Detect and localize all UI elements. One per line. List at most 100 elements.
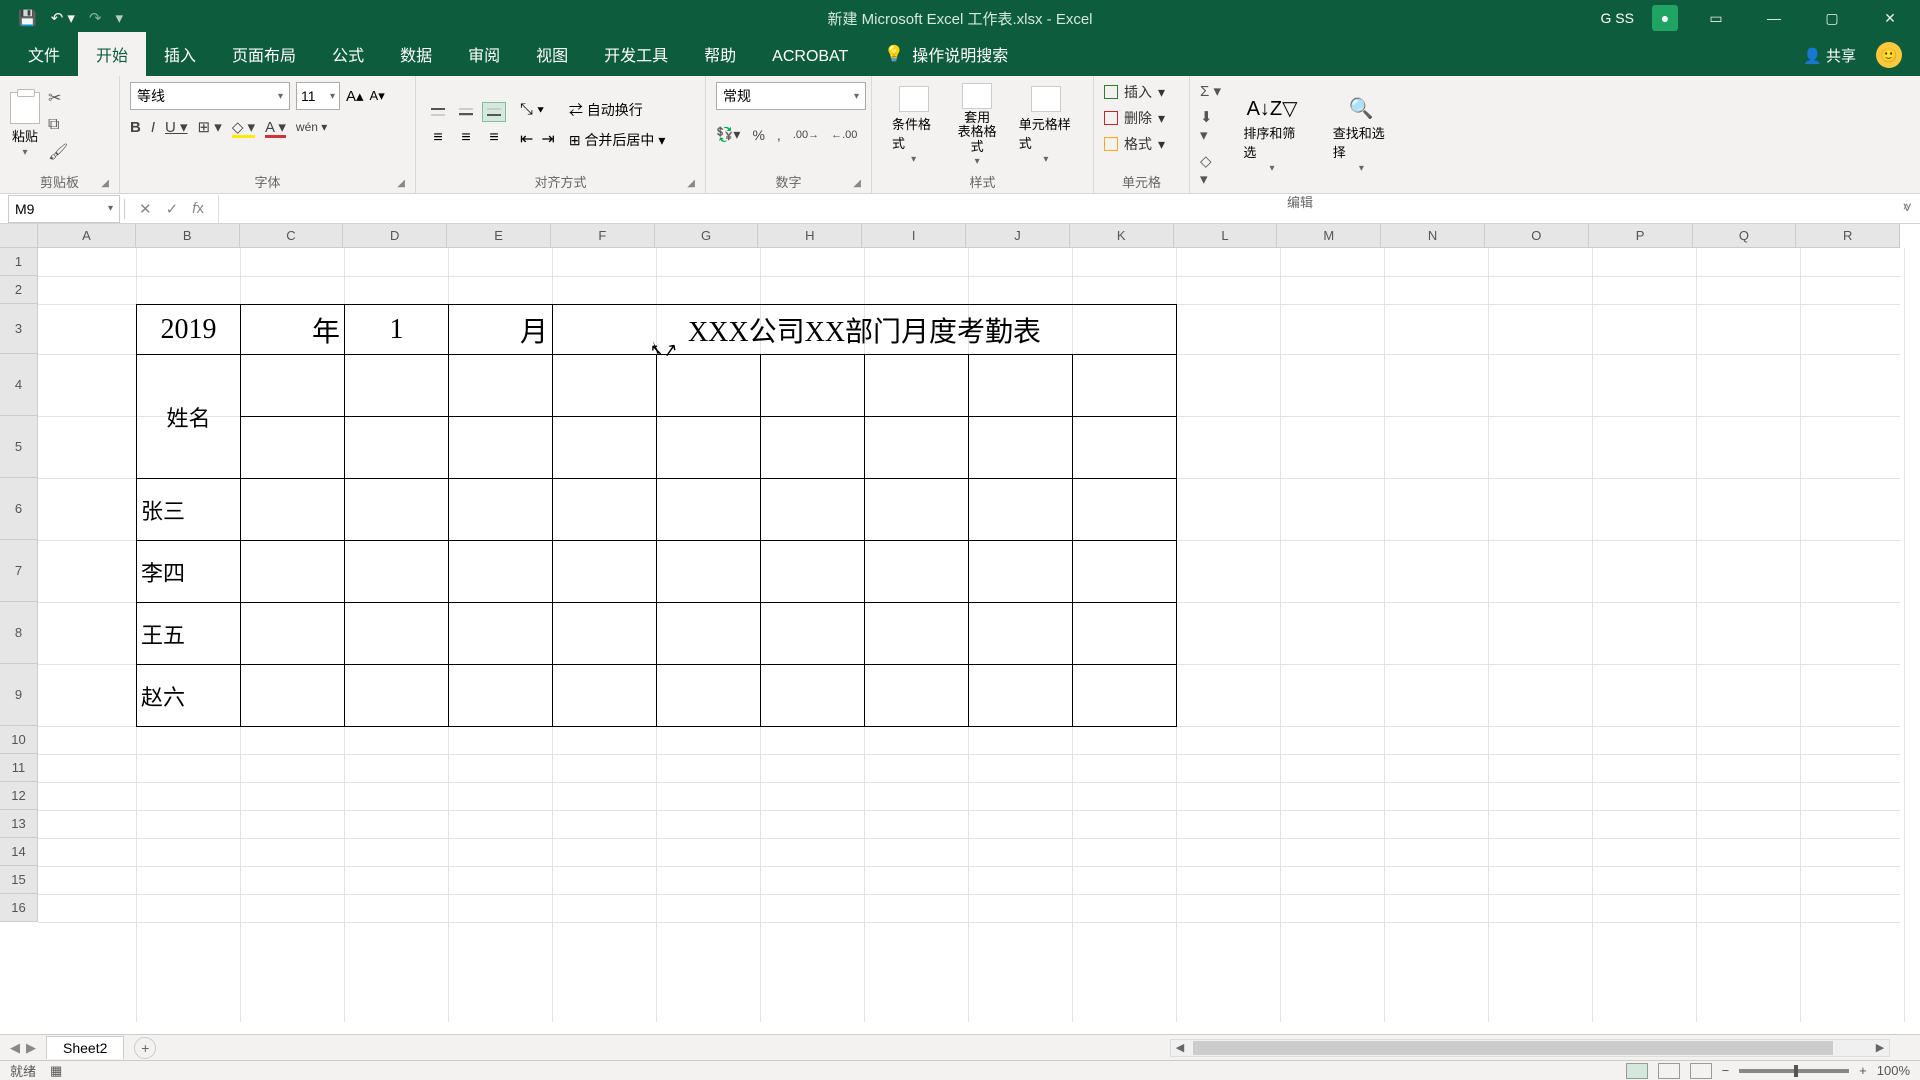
horizontal-scrollbar[interactable]: ◀▶ (1170, 1039, 1890, 1057)
phonetic-button[interactable]: wén ▾ (296, 120, 327, 134)
page-break-view-icon[interactable] (1690, 1063, 1712, 1079)
attendance-table[interactable]: 2019年1月XXX公司XX部门月度考勤表姓名张三李四王五赵六 (136, 304, 1177, 727)
tab-insert[interactable]: 插入 (146, 32, 214, 76)
fx-icon[interactable]: fx (192, 200, 204, 218)
tab-layout[interactable]: 页面布局 (214, 32, 314, 76)
border-button[interactable]: ⊞ ▾ (198, 118, 222, 136)
bold-button[interactable]: B (130, 119, 141, 136)
zoom-in-icon[interactable]: + (1859, 1063, 1867, 1078)
percent-format[interactable]: % (752, 127, 764, 143)
decrease-font-icon[interactable]: A▾ (370, 88, 385, 104)
cut-icon[interactable]: ✂ (48, 88, 68, 108)
row-header-15[interactable]: 15 (0, 866, 38, 894)
col-header-R[interactable]: R (1796, 224, 1900, 248)
paste-button[interactable]: 粘贴 ▾ (10, 92, 40, 158)
cell-styles-button[interactable]: 单元格样式▾ (1009, 86, 1083, 165)
close-icon[interactable]: ✕ (1870, 10, 1910, 27)
row-header-2[interactable]: 2 (0, 276, 38, 304)
col-header-D[interactable]: D (343, 224, 447, 248)
tab-help[interactable]: 帮助 (686, 32, 754, 76)
format-cells-button[interactable]: 格式 ▾ (1104, 134, 1165, 154)
zoom-slider[interactable] (1739, 1069, 1849, 1073)
row-header-6[interactable]: 6 (0, 478, 38, 540)
align-left[interactable]: ≡ (426, 128, 450, 148)
user-name[interactable]: G SS (1601, 10, 1634, 26)
col-header-A[interactable]: A (38, 224, 136, 248)
clear-button[interactable]: ◇ ▾ (1200, 152, 1221, 188)
decrease-decimal[interactable]: ←.00 (831, 129, 857, 141)
col-header-N[interactable]: N (1381, 224, 1485, 248)
comma-format[interactable]: , (777, 127, 781, 143)
align-middle[interactable] (454, 102, 478, 122)
underline-button[interactable]: U ▾ (165, 118, 188, 136)
row-header-8[interactable]: 8 (0, 602, 38, 664)
col-header-L[interactable]: L (1174, 224, 1278, 248)
row-header-14[interactable]: 14 (0, 838, 38, 866)
increase-indent[interactable]: ⇥ (541, 129, 554, 149)
macro-record-icon[interactable]: ▦ (50, 1063, 62, 1079)
merge-center-button[interactable]: ⊞ 合并后居中 ▾ (569, 130, 666, 150)
col-header-M[interactable]: M (1277, 224, 1381, 248)
align-right[interactable]: ≡ (482, 128, 506, 148)
copy-icon[interactable]: ⧉ (48, 116, 68, 134)
col-header-C[interactable]: C (240, 224, 344, 248)
font-name-select[interactable]: 等线▾ (130, 82, 290, 110)
ribbon-display-icon[interactable]: ▭ (1696, 10, 1736, 27)
col-header-B[interactable]: B (136, 224, 240, 248)
tab-data[interactable]: 数据 (382, 32, 450, 76)
row-header-12[interactable]: 12 (0, 782, 38, 810)
row-header-4[interactable]: 4 (0, 354, 38, 416)
fill-button[interactable]: ⬇ ▾ (1200, 108, 1221, 144)
tell-me[interactable]: 💡 操作说明搜索 (866, 32, 1026, 76)
tab-file[interactable]: 文件 (10, 32, 78, 76)
italic-button[interactable]: I (151, 119, 155, 136)
decrease-indent[interactable]: ⇤ (520, 129, 533, 149)
delete-cells-button[interactable]: 删除 ▾ (1104, 108, 1165, 128)
tab-formulas[interactable]: 公式 (314, 32, 382, 76)
collapse-ribbon-icon[interactable]: ˄ (1903, 200, 1910, 214)
undo-icon[interactable]: ↶ ▾ (51, 9, 75, 27)
row-header-5[interactable]: 5 (0, 416, 38, 478)
font-size-select[interactable]: 11▾ (296, 82, 340, 110)
formula-bar[interactable] (218, 195, 1895, 223)
add-sheet-button[interactable]: + (134, 1037, 156, 1059)
save-icon[interactable]: 💾 (18, 9, 37, 27)
zoom-out-icon[interactable]: − (1722, 1063, 1730, 1078)
col-header-I[interactable]: I (862, 224, 966, 248)
name-cell[interactable]: 张三 (137, 479, 241, 541)
feedback-icon[interactable]: 🙂 (1876, 42, 1902, 68)
sheet-tab[interactable]: Sheet2 (46, 1036, 124, 1059)
tab-home[interactable]: 开始 (78, 32, 146, 76)
page-layout-view-icon[interactable] (1658, 1063, 1680, 1079)
accounting-format[interactable]: 💱▾ (716, 126, 740, 143)
tab-developer[interactable]: 开发工具 (586, 32, 686, 76)
user-avatar[interactable]: ● (1652, 5, 1678, 31)
row-header-9[interactable]: 9 (0, 664, 38, 726)
wrap-text-button[interactable]: ⇄ 自动换行 (569, 100, 666, 120)
share-button[interactable]: 👤 共享 (1803, 45, 1856, 66)
name-box[interactable]: M9▾ (8, 195, 120, 223)
col-header-E[interactable]: E (447, 224, 551, 248)
number-format-select[interactable]: 常规▾ (716, 82, 866, 110)
conditional-format-button[interactable]: 条件格式▾ (882, 86, 945, 165)
autosum-button[interactable]: Σ ▾ (1200, 82, 1221, 100)
name-cell[interactable]: 王五 (137, 603, 241, 665)
maximize-icon[interactable]: ▢ (1812, 10, 1852, 27)
row-header-13[interactable]: 13 (0, 810, 38, 838)
increase-decimal[interactable]: .00→ (793, 129, 819, 141)
font-color-button[interactable]: A ▾ (265, 118, 286, 136)
sort-filter-button[interactable]: A↓Z▽排序和筛选▾ (1233, 96, 1310, 174)
tab-review[interactable]: 审阅 (450, 32, 518, 76)
number-launcher[interactable]: ◢ (853, 178, 861, 189)
col-header-H[interactable]: H (758, 224, 862, 248)
insert-cells-button[interactable]: 插入 ▾ (1104, 82, 1165, 102)
tab-acrobat[interactable]: ACROBAT (754, 38, 866, 76)
orientation-button[interactable]: ⤡ ▾ (520, 101, 555, 119)
col-header-F[interactable]: F (551, 224, 655, 248)
format-painter-icon[interactable]: 🖌 (48, 142, 68, 162)
col-header-J[interactable]: J (966, 224, 1070, 248)
zoom-level[interactable]: 100% (1877, 1063, 1910, 1078)
format-as-table-button[interactable]: 套用 表格格式▾ (945, 83, 1008, 167)
clipboard-launcher[interactable]: ◢ (101, 178, 109, 189)
align-bottom[interactable] (482, 102, 506, 122)
